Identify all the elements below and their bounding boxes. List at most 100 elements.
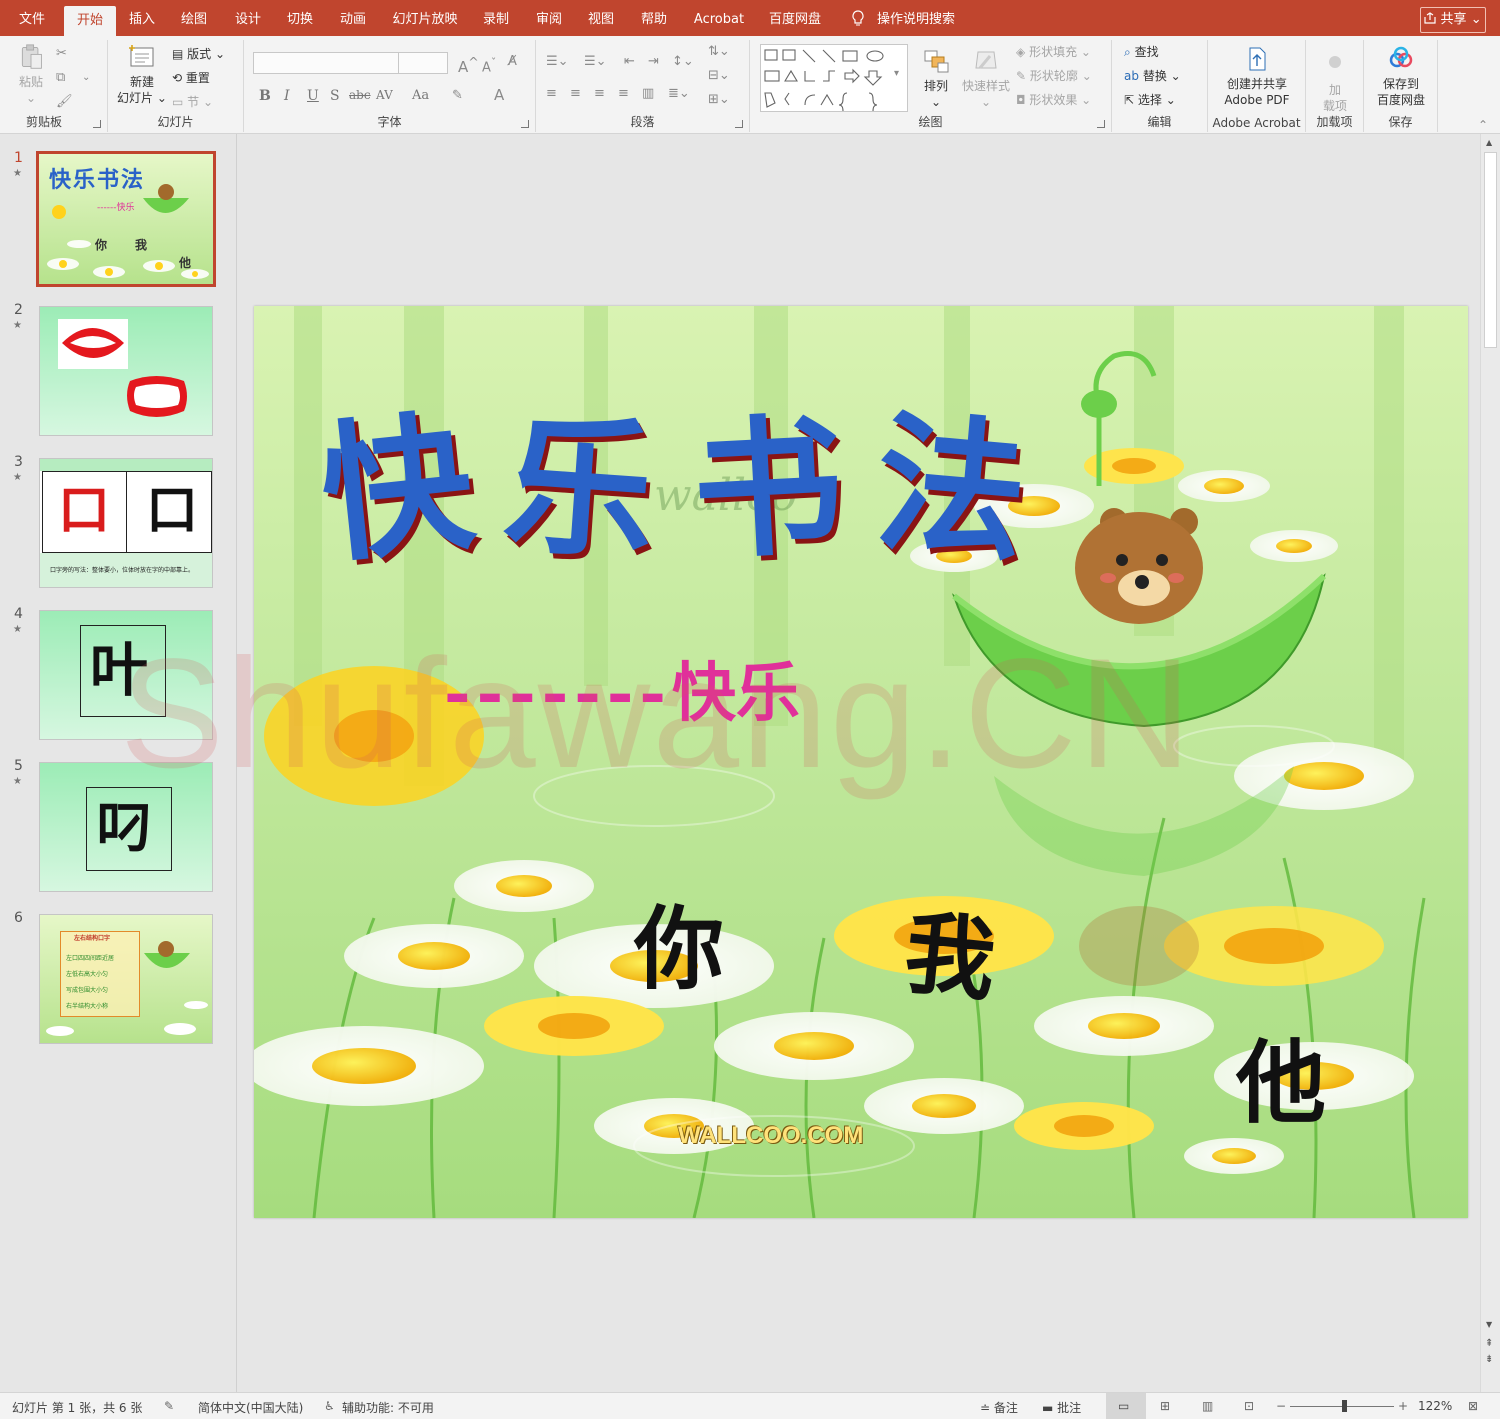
slide-char-ta[interactable]: 他	[1236, 1010, 1326, 1140]
accessibility-status[interactable]: 辅助功能: 不可用	[342, 1399, 434, 1416]
strikethrough-button[interactable]: abc	[349, 88, 371, 102]
zoom-in-icon[interactable]: +	[1398, 1399, 1408, 1413]
addins-button[interactable]: 加载项	[1312, 52, 1358, 114]
change-case-button[interactable]: Aa	[412, 88, 429, 103]
fit-to-window-icon[interactable]: ⊠	[1468, 1399, 1478, 1413]
align-text-icon[interactable]: ⊟⌄	[708, 68, 730, 83]
slide-thumbnail-6[interactable]: 左右结构口字 左口四四间距近居 左低右高大小匀 写成包围大小匀 右半结构大小称	[39, 914, 213, 1044]
shape-outline-button[interactable]: ✎ 形状轮廓 ⌄	[1016, 68, 1108, 84]
prev-slide-icon[interactable]: ⇞	[1485, 1338, 1493, 1349]
save-to-baidu-button[interactable]: 保存到 百度网盘	[1368, 46, 1434, 108]
tab-acrobat[interactable]: Acrobat	[688, 0, 750, 36]
grow-font-icon[interactable]: A^	[458, 54, 479, 76]
slide-thumbnails-pane[interactable]: 1 ★ 快乐书法 ------快乐 你 我 他 2 ★ 3 ★ 口 口 口字旁的…	[0, 134, 237, 1392]
zoom-level[interactable]: 122%	[1418, 1399, 1452, 1413]
tab-home[interactable]: 开始	[64, 6, 116, 36]
copy-icon[interactable]: ⧉	[56, 70, 65, 85]
highlight-icon[interactable]: ✎	[452, 88, 463, 103]
tab-insert[interactable]: 插入	[120, 0, 164, 36]
copy-dropdown-icon[interactable]: ⌄	[82, 72, 90, 83]
language-indicator[interactable]: 简体中文(中国大陆)	[198, 1399, 303, 1416]
line-spacing-icon[interactable]: ↕⌄	[672, 54, 694, 69]
shapes-more-icon[interactable]: ▾	[894, 68, 899, 79]
font-color-icon[interactable]: A	[494, 86, 504, 104]
font-name-combo[interactable]	[253, 52, 399, 74]
arrange-button[interactable]: 排列 ⌄	[916, 48, 956, 110]
tab-view[interactable]: 视图	[579, 0, 623, 36]
slide-canvas[interactable]: wallco 快 乐 书 法 -------快乐 你 我 他 WALLCOO.C…	[254, 306, 1468, 1218]
paste-button[interactable]: 粘贴 ⌄	[14, 44, 48, 106]
drawing-launcher-icon[interactable]	[1097, 120, 1105, 128]
bullets-icon[interactable]: ☰⌄	[546, 54, 569, 69]
shape-fill-button[interactable]: ◈ 形状填充 ⌄	[1016, 44, 1108, 60]
italic-button[interactable]: I	[284, 88, 290, 104]
vertical-scrollbar[interactable]: ▲ ▼ ⇞ ⇟	[1480, 134, 1500, 1392]
clear-format-icon[interactable]: A̸	[508, 54, 517, 69]
reset-button[interactable]: ⟲ 重置	[172, 70, 236, 86]
align-left-icon[interactable]: ≡	[546, 86, 557, 101]
slide-title[interactable]: 快 乐 书 法	[313, 368, 1033, 585]
new-slide-button[interactable]: 新建 幻灯片 ⌄	[116, 44, 168, 106]
align-center-icon[interactable]: ≡	[570, 86, 581, 101]
scrollbar-thumb[interactable]	[1484, 152, 1497, 348]
tab-record[interactable]: 录制	[474, 0, 518, 36]
zoom-out-icon[interactable]: −	[1276, 1399, 1286, 1413]
columns-icon[interactable]: ▥	[642, 86, 654, 101]
layout-button[interactable]: ▤ 版式 ⌄	[172, 46, 236, 62]
quick-styles-button[interactable]: 快速样式 ⌄	[958, 48, 1014, 110]
tab-file[interactable]: 文件	[8, 0, 56, 36]
tab-help[interactable]: 帮助	[632, 0, 676, 36]
slide-thumbnail-2[interactable]	[39, 306, 213, 436]
create-pdf-button[interactable]: 创建并共享 Adobe PDF	[1212, 46, 1302, 108]
slideshow-view-icon[interactable]: ⊡	[1244, 1399, 1254, 1413]
numbering-icon[interactable]: ☰⌄	[584, 54, 607, 69]
find-button[interactable]: ⌕ 查找	[1124, 44, 1204, 60]
char-spacing-button[interactable]: AV	[376, 88, 393, 102]
slide-subtitle[interactable]: -------快乐	[444, 642, 800, 734]
shape-effects-button[interactable]: ◘ 形状效果 ⌄	[1016, 92, 1108, 108]
reading-view-icon[interactable]: ▥	[1202, 1399, 1213, 1413]
slide-thumbnail-1[interactable]: 快乐书法 ------快乐 你 我 他	[36, 151, 216, 287]
section-button[interactable]: ▭ 节 ⌄	[172, 94, 236, 110]
slide-char-ni[interactable]: 你	[634, 876, 724, 1006]
share-button[interactable]: 共享 ⌄	[1420, 7, 1486, 33]
tell-me-search[interactable]: 操作说明搜索	[874, 0, 958, 36]
tab-design[interactable]: 设计	[226, 0, 270, 36]
font-size-combo[interactable]	[398, 52, 448, 74]
tab-slideshow[interactable]: 幻灯片放映	[386, 0, 464, 36]
slide-thumbnail-3[interactable]: 口 口 口字旁的写法：整体要小，位体时放在字的中部靠上。	[39, 458, 213, 588]
select-button[interactable]: ⇱ 选择 ⌄	[1124, 92, 1204, 108]
next-slide-icon[interactable]: ⇟	[1485, 1354, 1493, 1365]
font-launcher-icon[interactable]	[521, 120, 529, 128]
comments-button[interactable]: ▬ 批注	[1042, 1399, 1081, 1416]
underline-button[interactable]: U	[307, 88, 319, 104]
shapes-gallery[interactable]	[760, 44, 908, 112]
format-painter-icon[interactable]: 🖌	[56, 94, 73, 109]
spellcheck-icon[interactable]: ✎	[164, 1399, 174, 1413]
distributed-icon[interactable]: ≣⌄	[668, 86, 690, 101]
align-right-icon[interactable]: ≡	[594, 86, 605, 101]
slide-thumbnail-4[interactable]: 叶	[39, 610, 213, 740]
justify-icon[interactable]: ≡	[618, 86, 629, 101]
slide-char-wo[interactable]: 我	[899, 880, 1002, 1019]
notes-button[interactable]: ≐ 备注	[980, 1399, 1018, 1416]
zoom-slider-thumb[interactable]	[1342, 1400, 1347, 1412]
scroll-up-icon[interactable]: ▲	[1486, 138, 1492, 147]
text-shadow-button[interactable]: S	[330, 88, 340, 104]
tab-review[interactable]: 审阅	[527, 0, 571, 36]
collapse-ribbon-icon[interactable]: ⌃	[1478, 118, 1488, 132]
tab-baidu[interactable]: 百度网盘	[762, 0, 828, 36]
replace-button[interactable]: ab 替换 ⌄	[1124, 68, 1204, 84]
shrink-font-icon[interactable]: Aˇ	[482, 56, 496, 75]
tab-animations[interactable]: 动画	[331, 0, 375, 36]
increase-indent-icon[interactable]: ⇥	[648, 54, 659, 69]
clipboard-launcher-icon[interactable]	[93, 120, 101, 128]
bold-button[interactable]: B	[259, 88, 271, 104]
decrease-indent-icon[interactable]: ⇤	[624, 54, 635, 69]
slide-thumbnail-5[interactable]: 叼	[39, 762, 213, 892]
tab-draw[interactable]: 绘图	[172, 0, 216, 36]
text-direction-icon[interactable]: ⇅⌄	[708, 44, 730, 59]
paragraph-launcher-icon[interactable]	[735, 120, 743, 128]
cut-icon[interactable]: ✂	[56, 46, 67, 61]
scroll-down-icon[interactable]: ▼	[1486, 1320, 1492, 1329]
